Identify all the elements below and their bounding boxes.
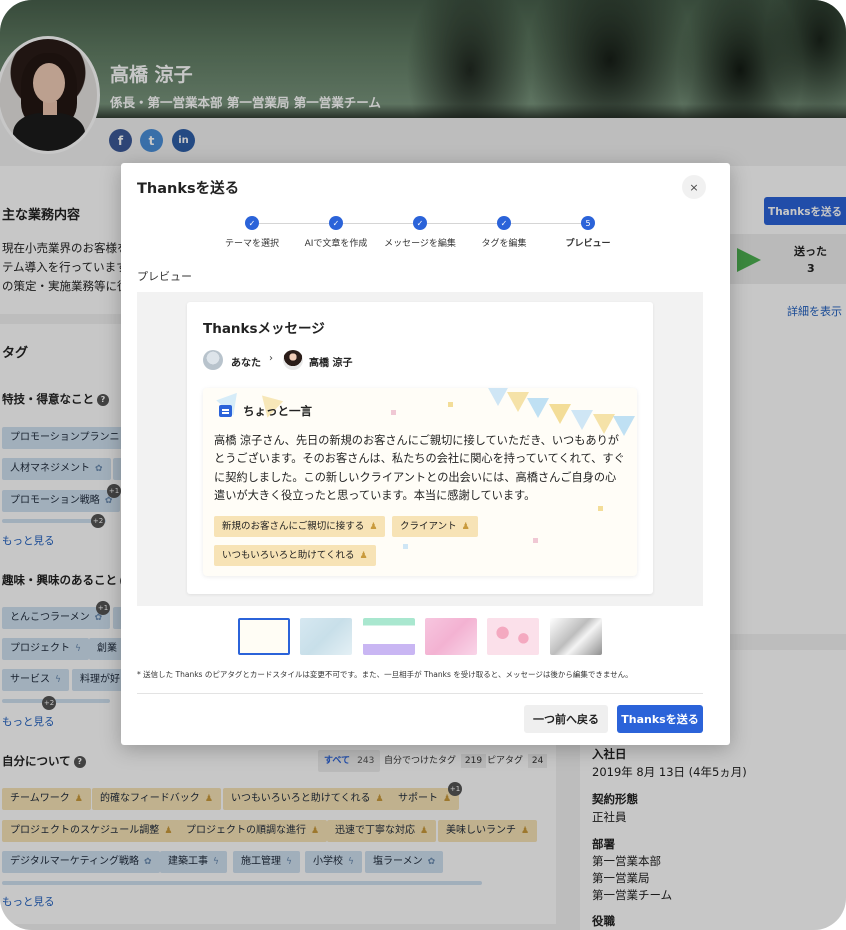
step-complete-icon: ✓ (413, 216, 427, 230)
card-preview-area: Thanksメッセージ あなた › 高橋 涼子 ちょっと一言 高橋 涼子さん、先… (137, 292, 703, 606)
recipient-avatar (283, 350, 303, 370)
notice-text: * 送信した Thanks のピアタグとカードスタイルは変更不可です。また、一旦… (137, 670, 633, 679)
message-heading: ちょっと一言 (243, 404, 312, 418)
step-current-icon: 5 (581, 216, 595, 230)
step-complete-icon: ✓ (245, 216, 259, 230)
step-complete-icon: ✓ (497, 216, 511, 230)
bunting-flag (527, 398, 549, 418)
message-icon (219, 405, 232, 417)
step-label-active: プレビュー (565, 239, 611, 249)
bunting-flag (593, 414, 615, 434)
step-label: AIで文章を作成 (304, 239, 368, 249)
back-button[interactable]: 一つ前へ戻る (524, 705, 608, 733)
card-title: Thanksメッセージ (203, 321, 325, 337)
send-thanks-modal: Thanksを送る × ✓ ✓ ✓ ✓ 5 テーマを選択 AIで文章を作成 メッ… (121, 163, 730, 745)
message-box: ちょっと一言 高橋 涼子さん、先日の新規のお客さんにご親切に接していただき、いつ… (203, 388, 637, 576)
card-style-bunting[interactable] (238, 618, 290, 655)
chevron-right-icon: › (269, 353, 273, 364)
step-complete-icon: ✓ (329, 216, 343, 230)
person-icon: ♟ (461, 522, 470, 532)
preview-label: プレビュー (137, 270, 192, 283)
message-tag: クライアント ♟ (392, 516, 478, 537)
step-label: タグを編集 (481, 239, 527, 249)
bunting-flag (571, 410, 593, 430)
sender-avatar (203, 350, 223, 370)
person-icon: ♟ (369, 522, 378, 532)
message-tag: いつもいろいろと助けてくれる ♟ (214, 545, 376, 566)
modal-title: Thanksを送る (137, 181, 240, 197)
step-label: メッセージを編集 (384, 239, 456, 249)
send-thanks-button[interactable]: Thanksを送る (617, 705, 703, 733)
recipient-name: 高橋 涼子 (309, 358, 353, 369)
sender-name: あなた (231, 358, 261, 369)
person-icon: ♟ (359, 551, 368, 561)
card-style-balloons[interactable] (487, 618, 539, 655)
message-body: 高橋 涼子さん、先日の新規のお客さんにご親切に接していただき、いつもありがとうご… (214, 434, 625, 503)
bunting-flag (507, 392, 529, 412)
thanks-card: Thanksメッセージ あなた › 高橋 涼子 ちょっと一言 高橋 涼子さん、先… (187, 302, 653, 594)
card-style-pastel[interactable] (363, 618, 415, 655)
card-style-silver[interactable] (550, 618, 602, 655)
card-style-blue[interactable] (300, 618, 352, 655)
bunting-flag (549, 404, 571, 424)
app-window: 高橋 涼子 係長・第一営業本部 第一営業局 第一営業チーム f t in 主な業… (0, 0, 846, 930)
close-icon[interactable]: × (682, 175, 706, 199)
footer-divider (137, 693, 703, 694)
message-tag: 新規のお客さんにご親切に接する ♟ (214, 516, 386, 537)
card-style-pink[interactable] (425, 618, 477, 655)
step-label: テーマを選択 (224, 239, 280, 249)
bunting-flag (487, 388, 509, 406)
